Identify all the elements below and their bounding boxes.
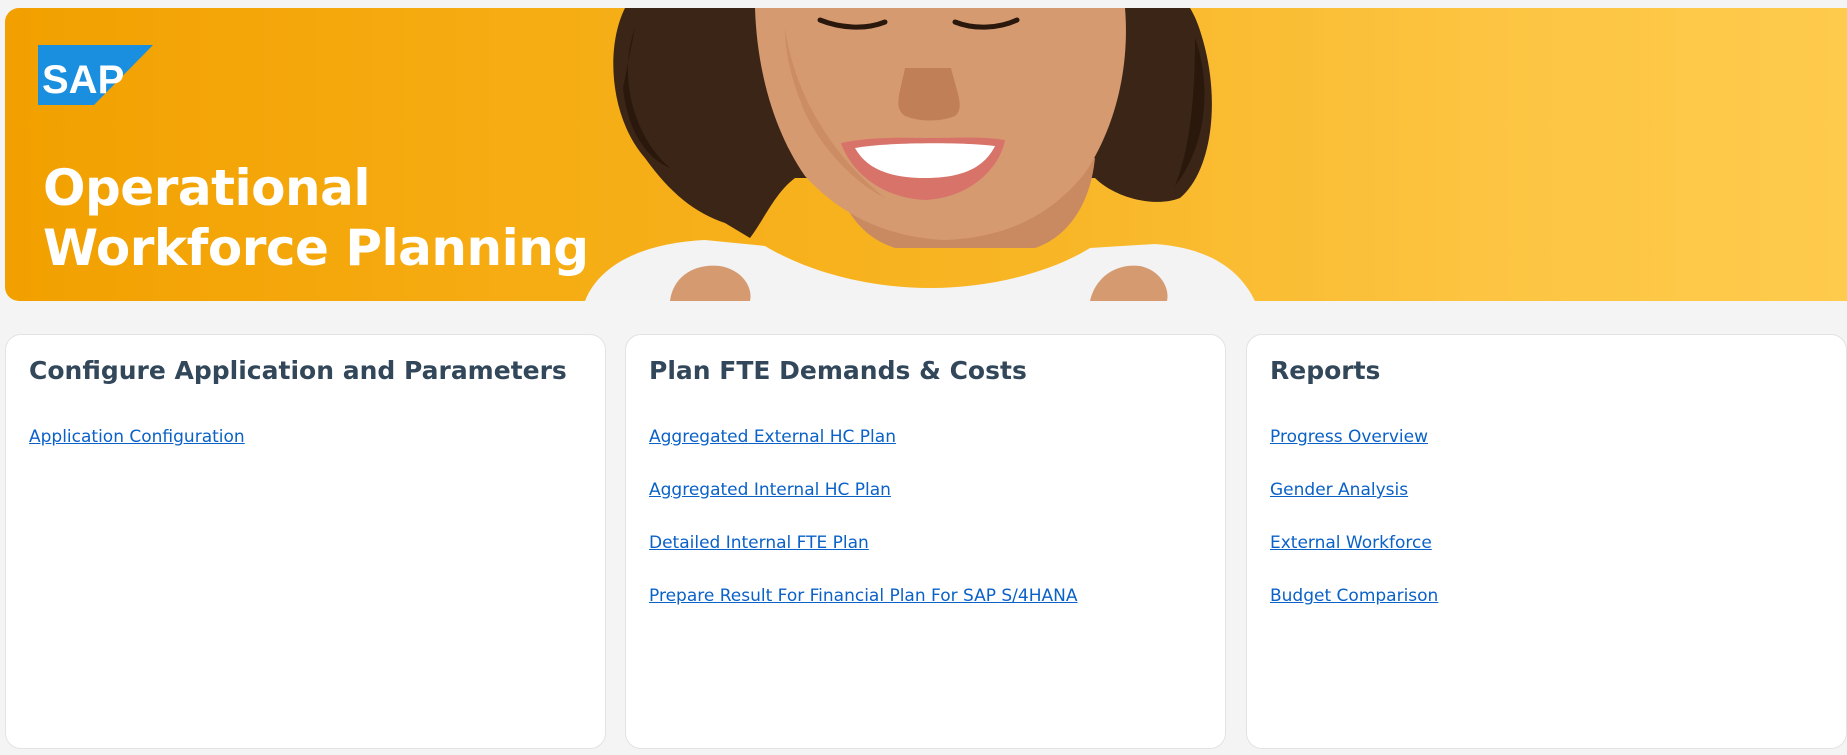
- card-reports: Reports Progress Overview Gender Analysi…: [1246, 334, 1847, 749]
- list-item: Aggregated External HC Plan: [649, 425, 1077, 478]
- link-list: Progress Overview Gender Analysis Extern…: [1270, 425, 1438, 637]
- link-budget-comparison[interactable]: Budget Comparison: [1270, 586, 1438, 606]
- link-list: Application Configuration: [29, 425, 245, 478]
- page-title-line-2: Workforce Planning: [43, 219, 589, 277]
- app-root: SAP Operational Workforce Planning Confi…: [0, 0, 1847, 755]
- card-plan-fte: Plan FTE Demands & Costs Aggregated Exte…: [625, 334, 1226, 749]
- page-title-line-1: Operational: [43, 159, 370, 217]
- hero-banner: SAP Operational Workforce Planning: [5, 8, 1847, 301]
- card-title: Configure Application and Parameters: [29, 356, 567, 385]
- link-detailed-internal-fte-plan[interactable]: Detailed Internal FTE Plan: [649, 533, 869, 553]
- link-aggregated-external-hc-plan[interactable]: Aggregated External HC Plan: [649, 427, 896, 447]
- sap-logo: SAP: [38, 45, 153, 105]
- link-gender-analysis[interactable]: Gender Analysis: [1270, 480, 1408, 500]
- svg-text:SAP: SAP: [42, 58, 124, 102]
- list-item: External Workforce: [1270, 531, 1438, 584]
- list-item: Budget Comparison: [1270, 584, 1438, 637]
- link-application-configuration[interactable]: Application Configuration: [29, 427, 245, 447]
- link-external-workforce[interactable]: External Workforce: [1270, 533, 1432, 553]
- card-configure: Configure Application and Parameters App…: [5, 334, 606, 749]
- card-title: Reports: [1270, 356, 1381, 385]
- card-title: Plan FTE Demands & Costs: [649, 356, 1027, 385]
- list-item: Application Configuration: [29, 425, 245, 478]
- page-title: Operational Workforce Planning: [43, 158, 589, 278]
- link-list: Aggregated External HC Plan Aggregated I…: [649, 425, 1077, 637]
- list-item: Aggregated Internal HC Plan: [649, 478, 1077, 531]
- list-item: Detailed Internal FTE Plan: [649, 531, 1077, 584]
- list-item: Progress Overview: [1270, 425, 1438, 478]
- link-progress-overview[interactable]: Progress Overview: [1270, 427, 1428, 447]
- link-prepare-result-financial-plan[interactable]: Prepare Result For Financial Plan For SA…: [649, 586, 1077, 606]
- link-aggregated-internal-hc-plan[interactable]: Aggregated Internal HC Plan: [649, 480, 891, 500]
- list-item: Gender Analysis: [1270, 478, 1438, 531]
- list-item: Prepare Result For Financial Plan For SA…: [649, 584, 1077, 637]
